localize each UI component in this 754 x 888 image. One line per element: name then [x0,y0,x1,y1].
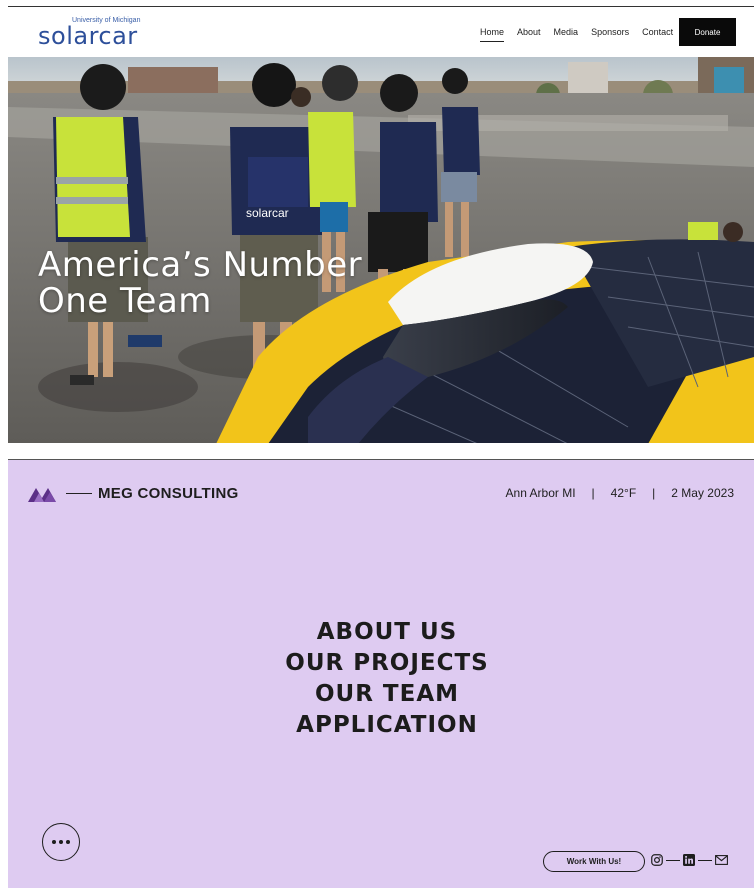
dot [66,840,70,844]
logo-wordmark: solarcar [38,22,138,50]
linkedin-icon[interactable] [683,854,695,866]
donate-button[interactable]: Donate [679,18,736,46]
hero-section: solarcar America’s Number One Team [8,57,754,443]
date-text: 2 May 2023 [671,486,734,500]
solarcar-nav: Home About Media Sponsors Contact [480,26,686,42]
menu-our-projects[interactable]: OUR PROJECTS [8,648,754,679]
main-menu: ABOUT US OUR PROJECTS OUR TEAM APPLICATI… [8,617,754,741]
nav-media[interactable]: Media [554,26,579,42]
work-with-us-button[interactable]: Work With Us! [543,851,645,872]
meta-separator: | [591,486,595,500]
hero-title-line-1: America’s Number [38,245,363,285]
solarcar-header: University of Michigan solarcar Home Abo… [8,7,754,57]
temperature-text: 42°F [610,486,637,500]
nav-sponsors[interactable]: Sponsors [591,26,629,42]
brand-name: MEG CONSULTING [98,484,239,502]
social-divider [666,859,680,861]
meg-logo[interactable]: MEG CONSULTING [28,484,239,502]
shirt-text: solarcar [246,206,289,220]
social-links [651,854,728,866]
screenshot-frame: University of Michigan solarcar Home Abo… [0,0,754,888]
dot [59,840,63,844]
hero-title: America’s Number One Team [38,247,362,319]
meg-site: MEG CONSULTING Ann Arbor MI | 42°F | 2 M… [8,459,754,888]
location-text: Ann Arbor MI [505,486,576,500]
mail-icon[interactable] [715,855,728,865]
menu-our-team[interactable]: OUR TEAM [8,679,754,710]
meta-info: Ann Arbor MI | 42°F | 2 May 2023 [506,486,734,500]
menu-about-us[interactable]: ABOUT US [8,617,754,648]
social-divider [698,859,712,861]
meta-separator: | [652,486,656,500]
dot [52,840,56,844]
menu-dots-icon[interactable] [42,823,80,861]
instagram-icon[interactable] [651,854,663,866]
logo-dash [66,492,92,494]
nav-contact[interactable]: Contact [642,26,673,42]
meg-mark-icon [28,488,56,502]
nav-about[interactable]: About [517,26,541,42]
solarcar-site: University of Michigan solarcar Home Abo… [8,6,754,443]
hero-title-line-2: One Team [38,281,212,321]
nav-home[interactable]: Home [480,26,505,42]
solarcar-logo[interactable]: University of Michigan solarcar [38,17,148,51]
menu-application[interactable]: APPLICATION [8,710,754,741]
